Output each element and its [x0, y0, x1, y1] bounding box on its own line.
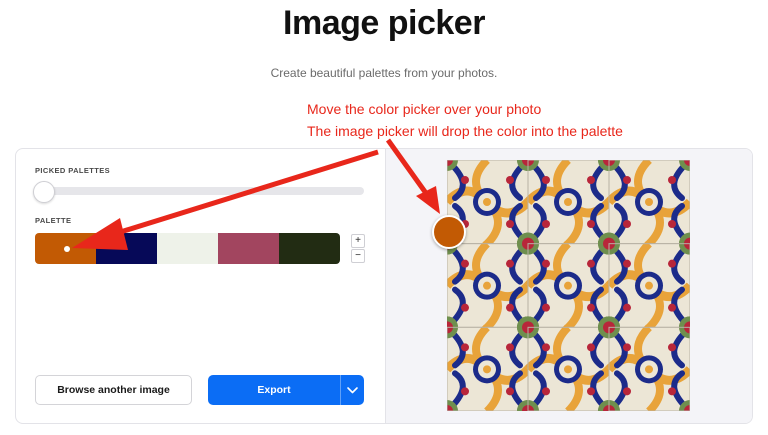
picked-palettes-slider[interactable] — [35, 187, 364, 195]
export-label: Export — [257, 384, 291, 396]
color-picker-handle[interactable] — [432, 215, 466, 249]
palette-swatch-1[interactable] — [35, 233, 96, 264]
annotation-line-2: The image picker will drop the color int… — [307, 123, 623, 139]
tile-pattern-image — [447, 160, 690, 411]
slider-thumb[interactable] — [33, 181, 55, 203]
palette-swatch-2[interactable] — [96, 233, 157, 264]
tile-photo — [447, 160, 690, 411]
page-subtitle: Create beautiful palettes from your phot… — [270, 66, 498, 80]
palette-label: PALETTE — [35, 216, 72, 225]
remove-swatch-button[interactable]: − — [351, 249, 365, 263]
selected-swatch-indicator — [64, 246, 70, 252]
add-swatch-button[interactable]: + — [351, 234, 365, 248]
palette-swatches — [35, 233, 340, 264]
picked-palettes-label: PICKED PALETTES — [35, 166, 111, 175]
page-title: Image picker — [283, 4, 485, 42]
chevron-down-icon — [347, 387, 358, 394]
export-button[interactable]: Export — [208, 375, 364, 405]
export-dropdown-toggle[interactable] — [341, 375, 364, 405]
palette-swatch-5[interactable] — [279, 233, 340, 264]
annotation-line-1: Move the color picker over your photo — [307, 101, 542, 117]
browse-image-button[interactable]: Browse another image — [35, 375, 192, 405]
palette-swatch-3[interactable] — [157, 233, 218, 264]
palette-swatch-4[interactable] — [218, 233, 279, 264]
